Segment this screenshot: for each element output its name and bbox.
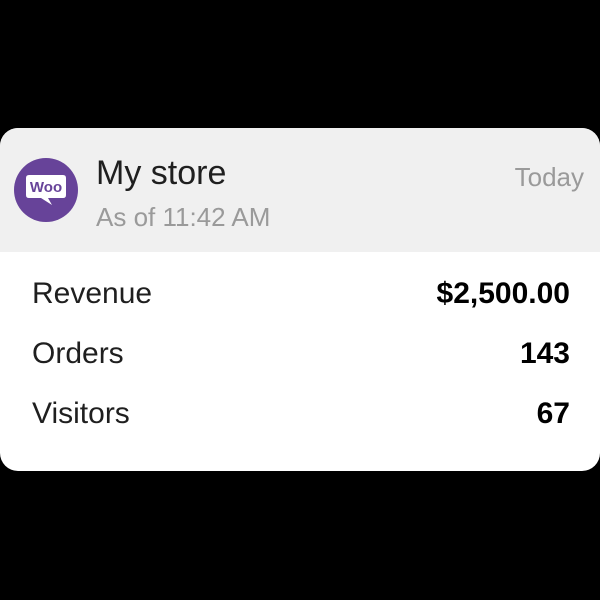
orders-value: 143 [519, 337, 570, 370]
orders-label: Orders [32, 337, 124, 370]
store-stats-widget[interactable]: Woo My store As of 11:42 AM Today Revenu… [0, 128, 600, 471]
widget-header: Woo My store As of 11:42 AM Today [0, 128, 600, 252]
woo-logo-bubble: Woo [26, 175, 66, 205]
revenue-value: $2,500.00 [436, 277, 570, 310]
store-name: My store [96, 154, 227, 192]
date-range-label: Today [514, 162, 584, 192]
stat-row-orders: Orders 143 [0, 334, 600, 374]
visitors-label: Visitors [32, 397, 130, 430]
stat-row-revenue: Revenue $2,500.00 [0, 274, 600, 314]
woo-logo-icon: Woo [14, 158, 78, 222]
stat-row-visitors: Visitors 67 [0, 394, 600, 434]
visitors-value: 67 [536, 397, 570, 430]
woo-logo-text: Woo [30, 179, 62, 196]
revenue-label: Revenue [32, 277, 153, 310]
last-updated-time: As of 11:42 AM [96, 202, 271, 232]
